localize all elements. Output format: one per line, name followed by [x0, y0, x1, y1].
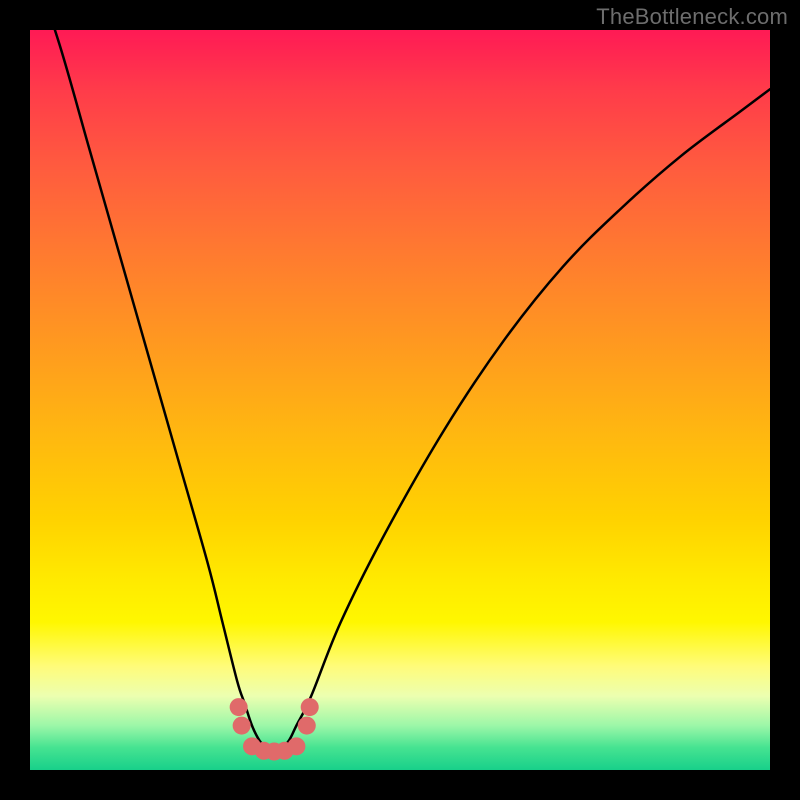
chart-frame: TheBottleneck.com: [0, 0, 800, 800]
curve-layer: [30, 30, 770, 770]
data-point: [301, 698, 319, 716]
bottleneck-curve: [30, 30, 770, 748]
data-point-markers: [230, 698, 319, 760]
data-point: [287, 737, 305, 755]
data-point: [298, 717, 316, 735]
plot-area: [30, 30, 770, 770]
watermark-text: TheBottleneck.com: [596, 4, 788, 30]
data-point: [230, 698, 248, 716]
data-point: [233, 717, 251, 735]
